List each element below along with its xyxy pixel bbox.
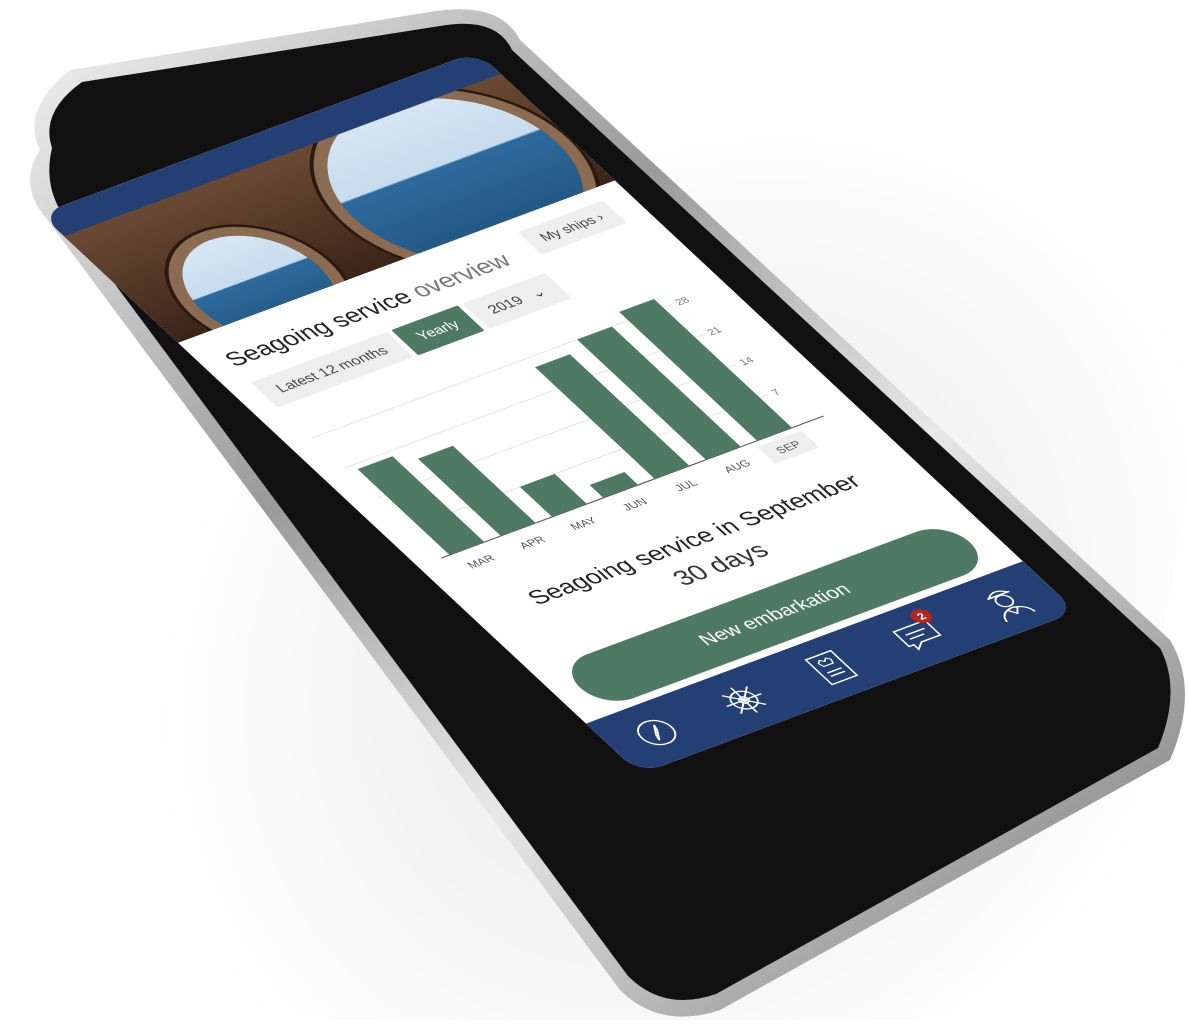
y-tick-label: 21 bbox=[705, 325, 725, 337]
x-tick-label: AUG bbox=[722, 458, 754, 475]
certificate-book-icon bbox=[804, 649, 859, 686]
tab-compass[interactable] bbox=[615, 707, 698, 758]
bar-may[interactable] bbox=[519, 473, 587, 517]
tab-ships[interactable] bbox=[703, 675, 786, 726]
chevron-down-icon: ⌄ bbox=[525, 285, 550, 301]
ship-wheel-icon bbox=[721, 686, 767, 714]
y-tick-label: 7 bbox=[769, 388, 783, 398]
x-tick-label: JUN bbox=[620, 497, 650, 513]
sailor-profile-icon bbox=[986, 590, 1036, 623]
x-tick-label: JUL bbox=[673, 478, 702, 494]
compass-icon bbox=[636, 719, 677, 746]
y-tick-label: 14 bbox=[737, 355, 757, 367]
x-tick-label: MAY bbox=[568, 516, 600, 533]
year-value: 2019 bbox=[483, 293, 528, 317]
tab-profile[interactable] bbox=[965, 577, 1048, 628]
yearly-tab[interactable]: Yearly bbox=[391, 305, 485, 356]
tab-certificates[interactable] bbox=[790, 642, 873, 693]
x-tick-label: MAR bbox=[465, 554, 498, 571]
tab-messages[interactable]: 2 bbox=[877, 606, 960, 661]
x-tick-label: APR bbox=[517, 535, 548, 551]
my-ships-label: My ships bbox=[536, 213, 600, 244]
y-tick-label: 28 bbox=[673, 295, 693, 307]
